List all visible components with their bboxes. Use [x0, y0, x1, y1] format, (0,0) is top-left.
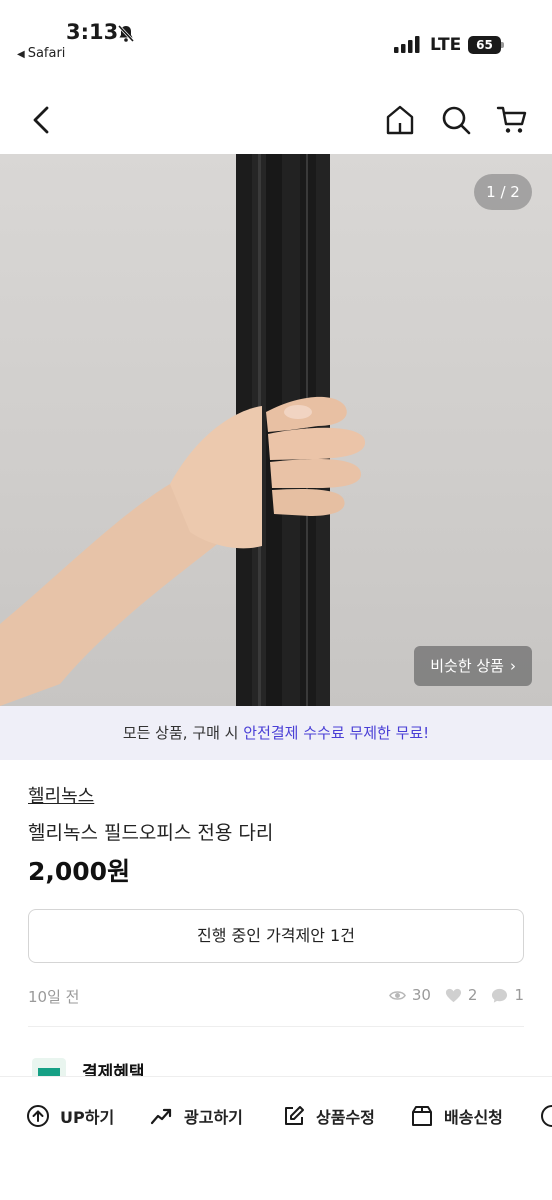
advertise-button[interactable]: 광고하기 — [150, 1103, 243, 1129]
section-divider — [28, 1026, 524, 1027]
chevron-right-icon: › — [510, 657, 516, 675]
bottom-action-bar: UP하기 광고하기 상품수정 배송신청 — [0, 1076, 552, 1200]
view-count: 30 — [411, 986, 431, 1004]
up-button[interactable]: UP하기 — [26, 1103, 114, 1129]
search-icon[interactable] — [440, 104, 472, 136]
product-title: 헬리녹스 필드오피스 전용 다리 — [28, 822, 274, 844]
back-to-safari-link[interactable]: ◀ Safari — [17, 46, 65, 61]
battery-level: 65 — [468, 36, 501, 54]
edit-icon — [285, 1106, 304, 1125]
back-app-label: Safari — [27, 46, 66, 61]
benefit-icon-fill — [38, 1068, 60, 1076]
similar-products-button[interactable]: 비슷한 상품 › — [414, 646, 532, 686]
payment-benefit-icon — [32, 1058, 66, 1076]
product-stats: 30 2 1 — [388, 986, 524, 1004]
shop-name-link[interactable]: 헬리녹스 — [28, 782, 94, 808]
edit-product-label: 상품수정 — [316, 1108, 375, 1127]
product-image[interactable]: 1 / 2 비슷한 상품 › — [0, 154, 552, 706]
bell-slash-icon — [117, 24, 135, 43]
more-icon — [541, 1105, 552, 1127]
safe-payment-banner[interactable]: 모든 상품, 구매 시 안전결제 수수료 무제한 무료! — [0, 706, 552, 760]
price-offer-button[interactable]: 진행 중인 가격제안 1건 — [28, 909, 524, 963]
chat-icon — [492, 988, 508, 1003]
image-page-counter: 1 / 2 — [474, 174, 532, 210]
top-nav — [0, 92, 552, 148]
box-icon — [412, 1106, 432, 1126]
posted-time: 10일 전 — [28, 988, 80, 1006]
banner-prefix: 모든 상품, 구매 시 — [122, 724, 244, 742]
network-type: LTE — [430, 35, 462, 55]
delivery-request-label: 배송신청 — [444, 1108, 503, 1127]
edit-product-button[interactable]: 상품수정 — [282, 1103, 375, 1129]
battery-cap — [501, 42, 504, 48]
chat-count: 1 — [514, 986, 524, 1004]
similar-products-label: 비슷한 상품 — [430, 657, 504, 675]
up-arrow-icon — [27, 1105, 49, 1127]
home-icon[interactable] — [384, 104, 416, 136]
back-icon[interactable] — [26, 102, 58, 138]
more-actions-button[interactable] — [540, 1103, 552, 1129]
up-label: UP하기 — [60, 1108, 115, 1127]
advertise-label: 광고하기 — [184, 1108, 243, 1127]
signal-icon — [394, 36, 420, 53]
status-bar: 3:13 ◀ Safari LTE 65 — [0, 0, 552, 80]
like-count: 2 — [467, 986, 478, 1004]
product-price: 2,000원 — [28, 857, 131, 886]
heart-icon — [445, 988, 461, 1002]
back-triangle-icon: ◀ — [17, 49, 25, 60]
status-time: 3:13 — [66, 20, 119, 44]
battery-icon: 65 — [468, 36, 504, 54]
cart-icon[interactable] — [496, 104, 528, 136]
product-photo — [0, 154, 366, 706]
delivery-request-button[interactable]: 배송신청 — [410, 1103, 503, 1129]
banner-highlight: 안전결제 수수료 무제한 무료! — [243, 724, 430, 742]
eye-icon — [388, 990, 406, 1000]
chart-trend-icon — [150, 1108, 172, 1125]
